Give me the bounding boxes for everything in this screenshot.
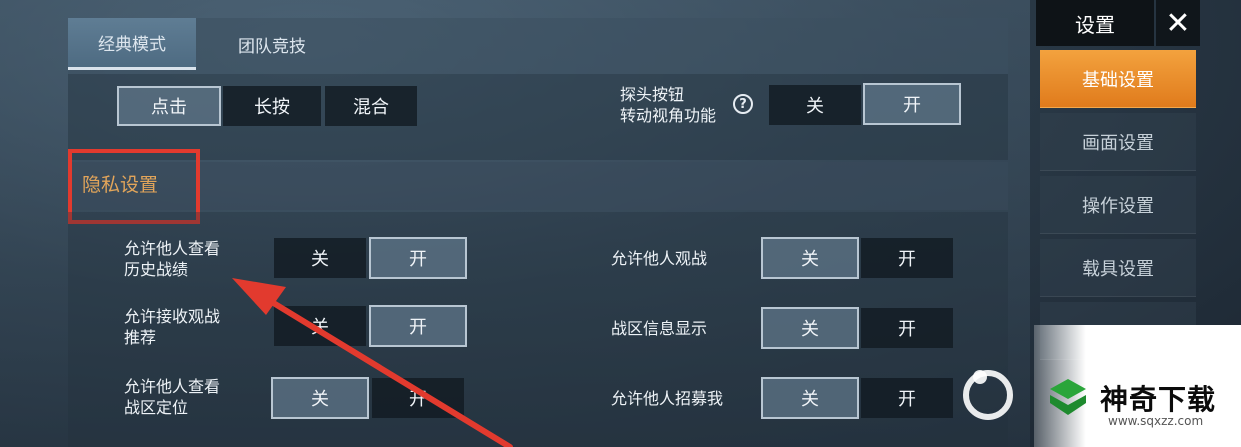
peek-button-label-line1: 探头按钮: [620, 85, 685, 104]
allow-spectate-on-button[interactable]: 开: [861, 238, 953, 278]
press-option-tap[interactable]: 点击: [117, 86, 221, 126]
sidebar-item-vehicle[interactable]: 载具设置: [1040, 239, 1196, 297]
tab-classic-mode[interactable]: 经典模式: [68, 18, 196, 70]
sidebar-item-graphics[interactable]: 画面设置: [1040, 113, 1196, 171]
watermark-url: www.sqxzz.com: [1108, 414, 1204, 428]
history-off-button[interactable]: 关: [274, 238, 366, 278]
history-on-button[interactable]: 开: [369, 237, 467, 279]
sidebar-item-basic[interactable]: 基础设置: [1040, 50, 1196, 108]
allow-spectate-off-button[interactable]: 关: [761, 237, 859, 279]
spectate-recommend-on-button[interactable]: 开: [369, 305, 467, 347]
settings-title: 设置: [1036, 0, 1154, 46]
privacy-section-header: [68, 162, 1008, 210]
zone-info-off-button[interactable]: 关: [761, 307, 859, 349]
close-icon[interactable]: ✕: [1156, 0, 1200, 46]
row-label-history-line1: 允许他人查看: [124, 239, 221, 258]
row-label-spectate-recommend-line2: 推荐: [124, 328, 157, 347]
allow-recruit-off-button[interactable]: 关: [761, 377, 859, 419]
watermark-logo-icon: [1050, 379, 1086, 415]
row-label-allow-spectate: 允许他人观战: [611, 249, 708, 268]
press-option-hold[interactable]: 长按: [223, 86, 321, 126]
row-label-allow-recruit: 允许他人招募我: [611, 389, 724, 408]
watermark-bird-icon: [963, 370, 1013, 420]
mode-tabs: 经典模式 团队竞技: [68, 18, 1008, 74]
zone-info-on-button[interactable]: 开: [861, 308, 953, 348]
zone-location-on-button[interactable]: 开: [372, 378, 464, 418]
peek-button-label-line2: 转动视角功能: [620, 106, 717, 125]
tab-team-deathmatch[interactable]: 团队竞技: [208, 18, 336, 70]
row-label-zone-location-line2: 战区定位: [124, 398, 189, 417]
press-option-mixed[interactable]: 混合: [325, 86, 417, 126]
peek-off-button[interactable]: 关: [769, 85, 861, 125]
sidebar-item-controls[interactable]: 操作设置: [1040, 176, 1196, 234]
row-label-zone-location-line1: 允许他人查看: [124, 377, 221, 396]
allow-recruit-on-button[interactable]: 开: [861, 378, 953, 418]
row-label-zone-info: 战区信息显示: [611, 319, 708, 338]
row-label-history-line2: 历史战绩: [124, 260, 189, 279]
spectate-recommend-off-button[interactable]: 关: [274, 306, 366, 346]
watermark-brand: 神奇下载: [1100, 383, 1217, 416]
peek-on-button[interactable]: 开: [863, 83, 961, 125]
row-label-spectate-recommend-line1: 允许接收观战: [124, 307, 221, 326]
zone-location-off-button[interactable]: 关: [271, 377, 369, 419]
help-icon[interactable]: ?: [733, 94, 753, 114]
